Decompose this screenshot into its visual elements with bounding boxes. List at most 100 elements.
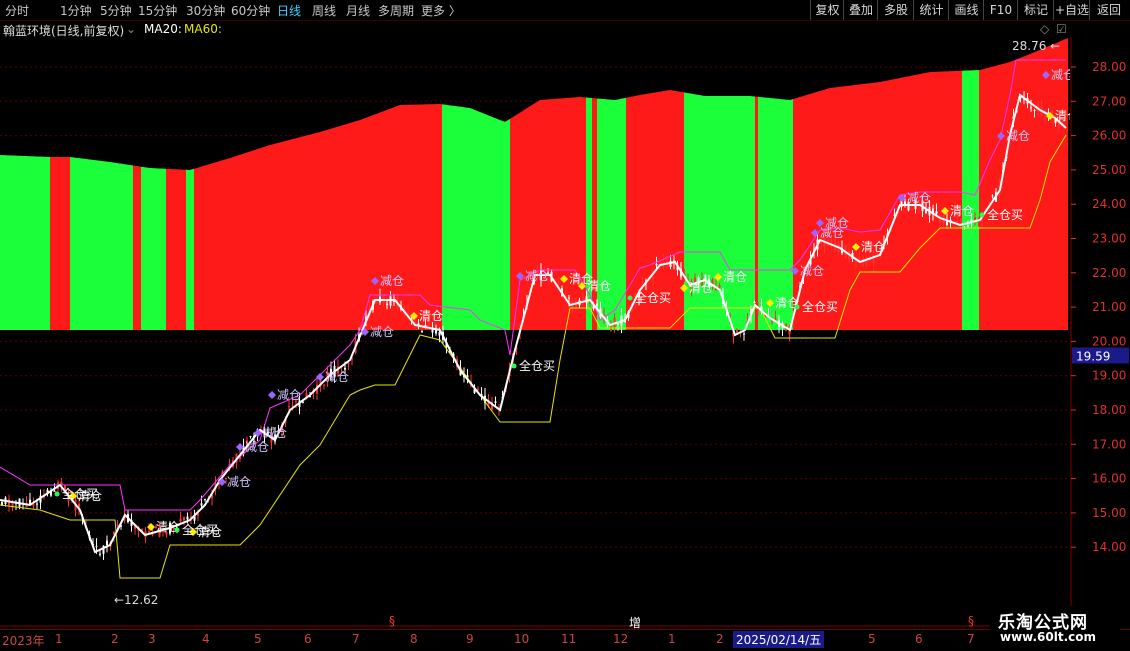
- price-axis: 28.00 27.00 26.00 25.00 24.00 23.00 22.00 21.00…: [1070, 37, 1129, 627]
- period-tab-10[interactable]: 更多 〉: [421, 2, 461, 19]
- price-label: 20.00: [1092, 334, 1126, 348]
- settings-icon[interactable]: ☑: [1056, 22, 1067, 36]
- period-tab-9[interactable]: 多周期: [378, 2, 414, 19]
- period-tab-4[interactable]: 30分钟: [186, 2, 225, 19]
- signal-label: 清仓: [1055, 109, 1070, 123]
- price-label: 28.00: [1092, 60, 1126, 74]
- month-label: 10: [514, 632, 530, 646]
- candle-body: [960, 220, 962, 222]
- s-mark: §: [389, 614, 395, 628]
- candle-body: [428, 323, 430, 325]
- period-tab-1[interactable]: 1分钟: [60, 2, 92, 19]
- period-tab-3[interactable]: 15分钟: [138, 2, 177, 19]
- buy-dot: [794, 304, 800, 310]
- green-band-segment: [141, 166, 166, 330]
- signal-label: 减仓: [380, 274, 404, 288]
- toolbar-button-1[interactable]: 叠加: [843, 0, 878, 20]
- period-tab-7[interactable]: 周线: [312, 2, 336, 19]
- buy-dot: [979, 212, 985, 218]
- signal-label: 全仓买: [635, 290, 671, 305]
- price-label: 16.00: [1092, 472, 1126, 486]
- candle-body: [438, 332, 441, 336]
- month-label: 2: [111, 632, 119, 646]
- candle-body: [414, 320, 416, 322]
- candle-body: [935, 211, 938, 214]
- month-label: 8: [410, 632, 418, 646]
- month-label: 11: [561, 632, 577, 646]
- candle-body: [95, 545, 98, 547]
- toolbar-button-0[interactable]: 复权: [810, 0, 844, 20]
- green-band-segment: [962, 70, 979, 330]
- candle-body: [662, 261, 665, 264]
- buy-dot: [54, 491, 60, 497]
- candle-body: [151, 534, 154, 536]
- watermark-url: www.60lt.com: [1000, 630, 1097, 644]
- candle-body: [29, 499, 31, 504]
- toolbar-button-4[interactable]: 画线: [948, 0, 984, 20]
- signal-label: 减仓: [277, 388, 301, 402]
- candle-body: [186, 516, 189, 520]
- dropdown-icon[interactable]: ⌄: [126, 22, 136, 36]
- candle-body: [1030, 107, 1032, 109]
- signal-label: 全仓买: [802, 299, 838, 314]
- kline-chart[interactable]: 减仓清仓减仓减仓 清仓清仓全仓买全仓买清仓清仓 减仓清仓 全仓买减仓减仓清仓减仓清仓全…: [0, 37, 1070, 629]
- candle-body: [183, 517, 185, 521]
- candle-body: [288, 406, 290, 408]
- signal-label: 全仓买: [62, 486, 98, 501]
- toolbar-button-5[interactable]: F10: [983, 0, 1018, 20]
- toolbar-button-8[interactable]: 返回: [1089, 0, 1128, 20]
- high-price-marker: 28.76 ←: [1012, 39, 1060, 53]
- candle-body: [610, 326, 612, 331]
- period-tab-6[interactable]: 日线: [277, 2, 301, 19]
- signal-label: 清仓: [861, 240, 885, 254]
- signal-label: 全仓买: [182, 522, 218, 537]
- watermark: 乐淘公式网 www.60lt.com: [990, 606, 1120, 650]
- candle-body: [596, 303, 598, 306]
- candle-body: [736, 329, 738, 333]
- month-label: 1: [55, 632, 63, 646]
- candle-body: [148, 530, 150, 533]
- month-label: 5: [868, 632, 876, 646]
- period-tab-8[interactable]: 月线: [346, 2, 370, 19]
- price-label: 18.00: [1092, 403, 1126, 417]
- signal-label: 减仓: [525, 269, 549, 283]
- reduce-diamond: [268, 391, 276, 399]
- toolbar-button-6[interactable]: 标记: [1017, 0, 1054, 20]
- red-band-segment: [793, 70, 962, 330]
- signal-label: 减仓: [907, 191, 931, 205]
- cursor-date: 2025/02/14/五: [733, 631, 825, 648]
- green-band-segment: [70, 157, 133, 330]
- signal-label: 减仓: [1051, 68, 1070, 82]
- candle-body: [988, 201, 990, 204]
- price-label: 26.00: [1092, 129, 1126, 143]
- period-tab-2[interactable]: 5分钟: [100, 2, 132, 19]
- candle-body: [291, 405, 294, 407]
- candle-body: [659, 261, 661, 263]
- candle-body: [347, 362, 350, 365]
- candle-body: [382, 295, 385, 303]
- candle-body: [858, 257, 861, 260]
- price-label: 14.00: [1092, 540, 1126, 554]
- chart-info-bar: 翰蓝环境(日线,前复权) ⌄ MA20: MA60: ◇ ☑: [0, 21, 1070, 38]
- candle-body: [743, 333, 745, 335]
- ma60-label: MA60:: [184, 22, 222, 36]
- candle-body: [568, 297, 570, 299]
- candle-body: [953, 226, 955, 228]
- signal-label: 减仓: [227, 475, 251, 489]
- month-label: 7: [967, 632, 975, 646]
- toolbar-button-3[interactable]: 统计: [913, 0, 949, 20]
- candle-body: [655, 264, 658, 266]
- month-label: 6: [304, 632, 312, 646]
- candle-body: [991, 195, 994, 197]
- month-label: 5: [254, 632, 262, 646]
- period-tab-0[interactable]: 分时: [5, 2, 29, 19]
- diamond-toggle-icon[interactable]: ◇: [1040, 22, 1049, 36]
- candle-body: [946, 221, 948, 226]
- price-label: 23.00: [1092, 232, 1126, 246]
- toolbar-button-2[interactable]: 多股: [877, 0, 914, 20]
- toolbar-button-7[interactable]: +自选: [1053, 0, 1090, 20]
- price-label: 21.00: [1092, 300, 1126, 314]
- period-tab-5[interactable]: 60分钟: [231, 2, 270, 19]
- signal-label: 清仓: [689, 281, 713, 295]
- month-label: 9: [466, 632, 474, 646]
